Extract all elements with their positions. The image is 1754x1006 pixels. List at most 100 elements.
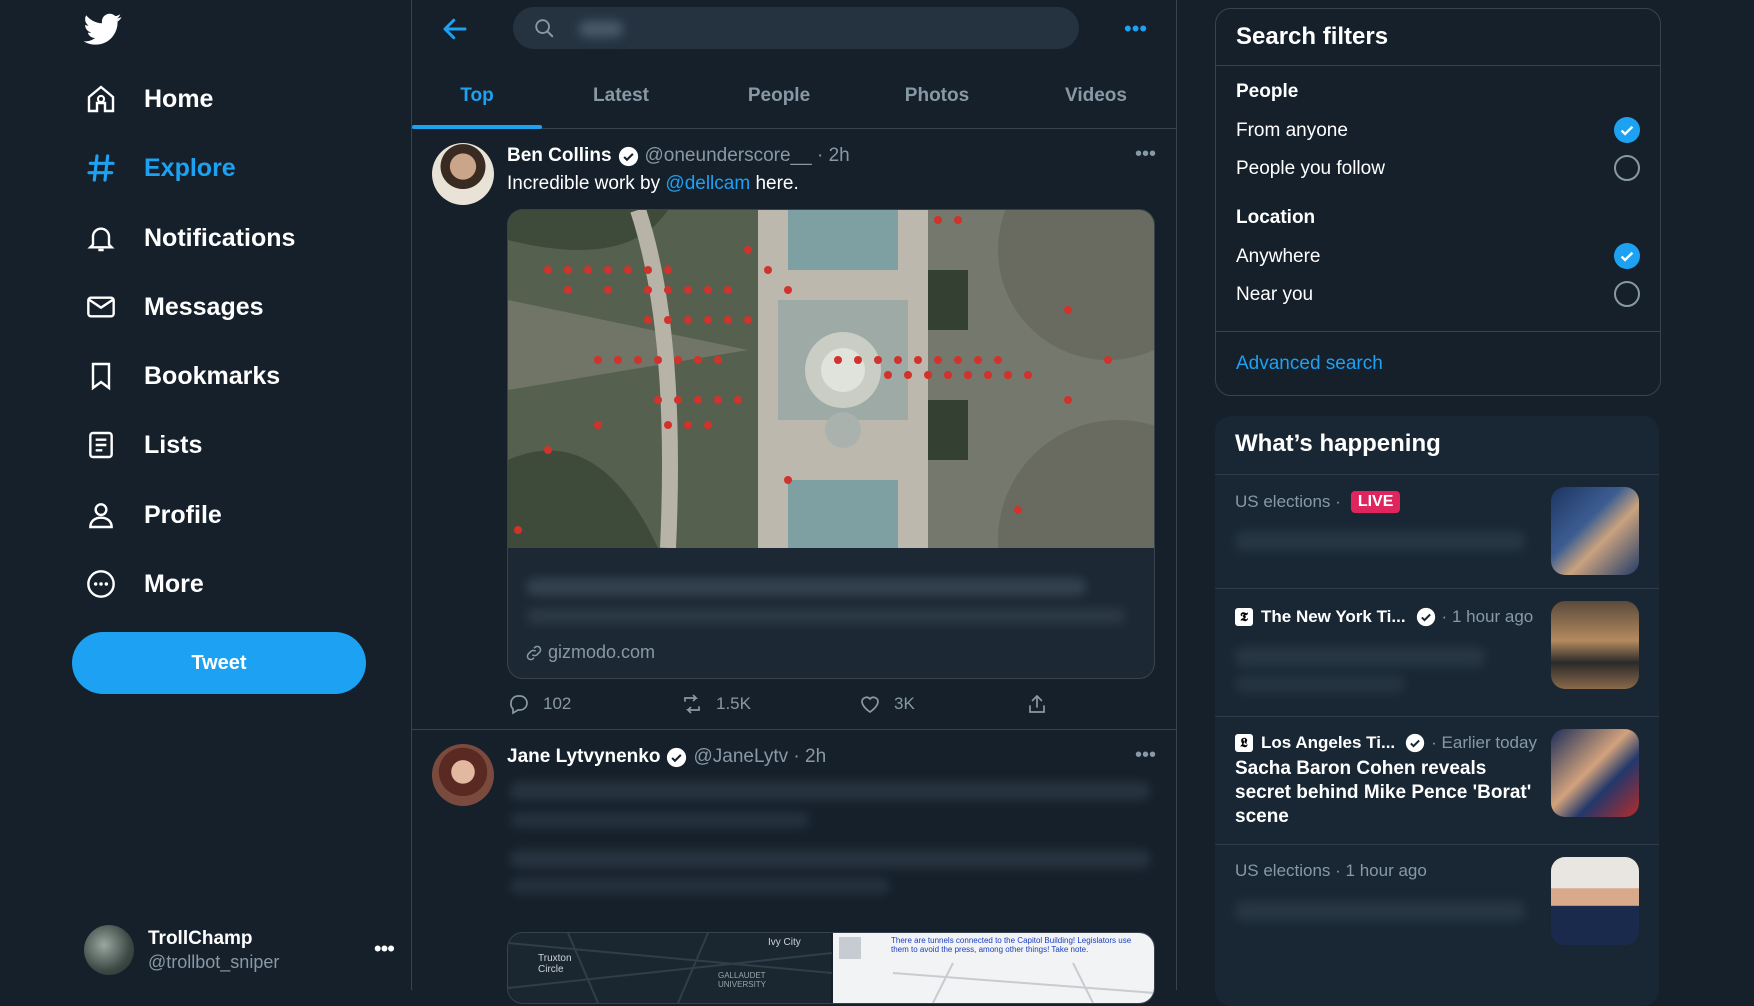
verified-badge-icon [618,146,638,166]
tab-videos[interactable]: Videos [1016,64,1176,128]
author-handle[interactable]: @JaneLytv [693,746,788,768]
trend-item[interactable]: 𝕷 Los Angeles Ti... · Earlier today Sach… [1215,716,1659,845]
avatar [84,925,134,975]
checkmark-icon[interactable] [1614,117,1640,143]
tab-latest[interactable]: Latest [542,64,700,128]
map-label: Truxton Circle [538,953,572,975]
share-icon [1029,694,1045,713]
tweet[interactable]: Ben Collins @oneunderscore__ · 2h ••• In… [412,129,1176,730]
screenshot-image[interactable]: There are tunnels connected to the Capit… [833,933,1154,1003]
reply-button[interactable]: 102 [507,692,571,716]
news-time: Earlier today [1441,733,1537,752]
avatar[interactable] [432,143,494,205]
link-icon [526,645,542,660]
trend-item[interactable]: US elections · 1 hour ago [1215,844,1659,975]
link-card[interactable]: gizmodo.com [507,209,1155,679]
trend-thumbnail [1551,601,1639,689]
search-filters-panel: Search filters People From anyone People… [1215,8,1661,396]
twitter-logo-icon[interactable] [83,10,124,46]
trend-item[interactable]: US elections · LIVE [1215,474,1659,589]
verified-badge-icon [1416,607,1435,627]
map-label: Ivy City [768,937,801,948]
nav-item-bookmarks[interactable]: Bookmarks [84,350,280,402]
tweet-time[interactable]: 2h [805,746,826,768]
trend-item[interactable]: 𝕿 The New York Ti... · 1 hour ago [1215,588,1659,717]
checkmark-icon[interactable] [1614,243,1640,269]
radio-empty-icon[interactable] [1614,281,1640,307]
trend-category: US elections [1235,861,1331,880]
card-domain: gizmodo.com [524,642,655,663]
reply-count: 102 [543,694,572,713]
account-name: TrollChamp [148,927,253,949]
nav-item-lists[interactable]: Lists [84,419,202,471]
account-switcher[interactable]: TrollChamp @trollbot_sniper ••• [84,922,395,978]
card-title-redacted [526,578,1086,596]
live-badge: LIVE [1350,491,1401,513]
tweet-text-redacted [510,850,1150,868]
nav-item-explore[interactable]: Explore [84,142,236,194]
nav-item-profile[interactable]: Profile [84,489,222,541]
more-circle-icon [84,567,118,601]
back-arrow-icon[interactable] [440,14,476,46]
tab-top[interactable]: Top [412,64,542,129]
tweet-button[interactable]: Tweet [72,632,366,694]
divider [1216,65,1660,66]
preview-graphic [839,937,1154,1003]
nav-item-messages[interactable]: Messages [84,281,264,333]
reply-icon [510,695,528,715]
nav-item-more[interactable]: More [84,558,204,610]
author-name[interactable]: Ben Collins [507,145,612,167]
separator-dot: · [788,746,805,767]
heart-icon [861,696,879,714]
person-icon [84,498,118,532]
trend-time: 1 hour ago [1345,861,1427,880]
tab-photos[interactable]: Photos [858,64,1016,128]
avatar[interactable] [432,744,494,806]
whats-happening-panel: What’s happening US elections · LIVE 𝕿 T… [1215,416,1659,1006]
nav-item-label: Lists [144,430,203,459]
mention-link[interactable]: @dellcam [665,173,750,194]
filter-from-anyone[interactable]: From anyone [1236,117,1640,143]
nav-item-notifications[interactable]: Notifications [84,212,295,264]
separator-dot: · [1431,733,1442,752]
trend-category: US elections [1235,492,1331,511]
filter-near-you[interactable]: Near you [1236,281,1640,307]
like-count: 3K [894,694,915,713]
media-grid[interactable]: Truxton Circle Ivy City GALLAUDET UNIVER… [507,932,1155,1004]
radio-empty-icon[interactable] [1614,155,1640,181]
share-button[interactable] [1025,692,1061,716]
trend-headline-redacted [1235,531,1525,551]
separator-dot: · [1330,861,1346,880]
nav-item-label: Explore [144,153,236,182]
more-dots-icon[interactable]: ••• [1135,744,1156,767]
search-tabs: Top Latest People Photos Videos [412,64,1176,129]
advanced-search-link[interactable]: Advanced search [1236,353,1383,375]
tweet-text-redacted [510,782,1150,800]
retweet-button[interactable]: 1.5K [680,692,751,716]
tweet-text: Incredible work by @dellcam here. [507,173,799,194]
more-dots-icon[interactable]: ••• [1124,16,1147,42]
tab-people[interactable]: People [700,64,858,128]
more-dots-icon[interactable]: ••• [374,936,395,962]
account-handle: @trollbot_sniper [148,951,280,972]
tweet-time[interactable]: 2h [829,145,850,167]
envelope-icon [84,290,118,324]
nav-item-label: Notifications [144,223,296,252]
like-button[interactable]: 3K [858,692,915,716]
bell-icon [84,221,118,255]
more-dots-icon[interactable]: ••• [1135,143,1156,166]
author-handle[interactable]: @oneunderscore__ [645,145,812,167]
separator-dot: · [811,145,829,166]
tweet[interactable]: Jane Lytvynenko @JaneLytv · 2h ••• Truxt… [412,730,1176,1004]
panel-title: What’s happening [1235,430,1441,457]
hashtag-icon [84,151,118,185]
tweet-text-redacted [510,878,890,894]
filter-anywhere[interactable]: Anywhere [1236,243,1640,269]
map-image[interactable]: Truxton Circle Ivy City GALLAUDET UNIVER… [508,933,833,1003]
nav-item-home[interactable]: Home [84,73,213,125]
search-input[interactable] [569,13,1053,45]
filter-people-you-follow[interactable]: People you follow [1236,155,1640,181]
home-icon [84,82,118,116]
author-name[interactable]: Jane Lytvynenko [507,746,660,768]
trend-headline-redacted [1235,675,1405,693]
